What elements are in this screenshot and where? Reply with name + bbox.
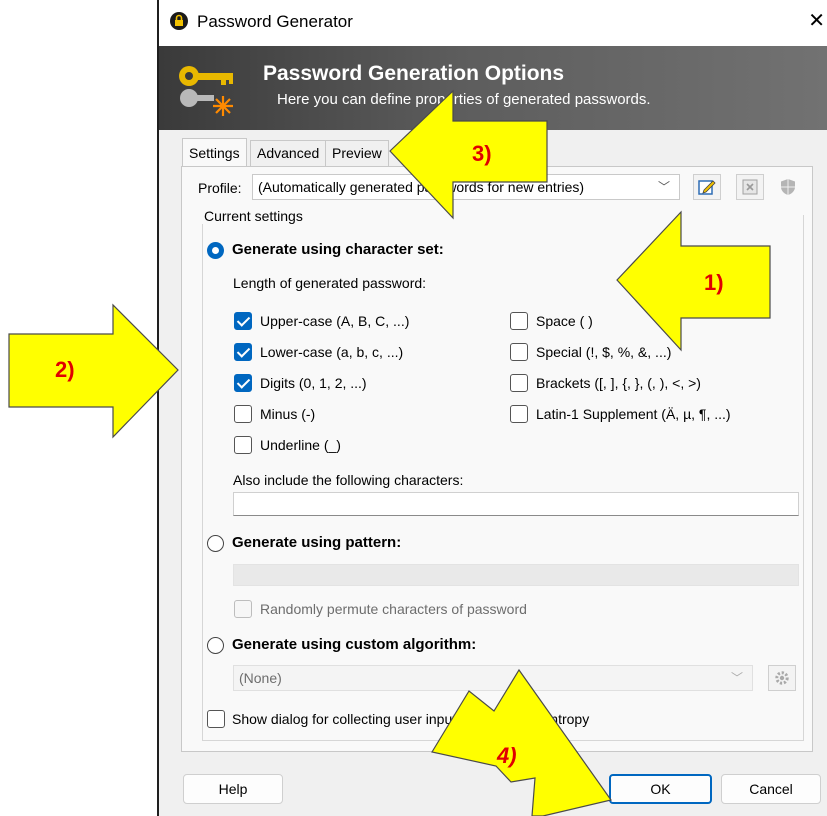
arrow-1: [616, 210, 771, 352]
annotation-label-3: 3): [472, 141, 492, 166]
annotation-label-2: 2): [55, 357, 75, 382]
annotation-label-1: 1): [704, 270, 724, 295]
arrow-3: [389, 89, 548, 220]
arrow-2: [8, 303, 179, 439]
annotation-label-4: 4): [497, 743, 517, 768]
arrow-4: [431, 668, 613, 816]
annotation-arrows-layer: [8, 89, 771, 816]
